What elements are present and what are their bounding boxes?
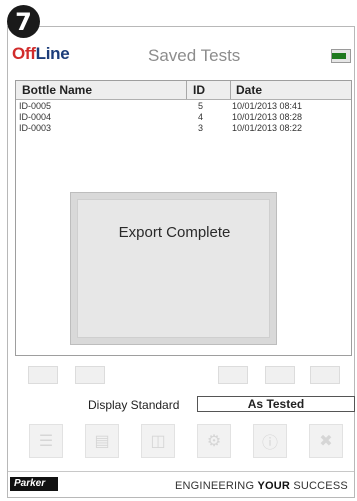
table-row[interactable]: ID-0004 4 10/01/2013 08:28 bbox=[16, 112, 351, 123]
cell-id: 5 bbox=[198, 101, 204, 111]
info-icon: ⓘ bbox=[261, 435, 278, 452]
battery-icon bbox=[331, 49, 351, 63]
disabled-action-button-6[interactable]: ✖ bbox=[309, 424, 343, 458]
tagline-suffix: SUCCESS bbox=[290, 480, 348, 492]
step-number-badge: 7 bbox=[7, 5, 40, 38]
footer-divider bbox=[8, 471, 354, 472]
display-standard-select[interactable]: As Tested bbox=[197, 396, 355, 412]
disabled-toolbar-button-1[interactable] bbox=[28, 366, 58, 384]
export-icon: ◫ bbox=[150, 433, 166, 450]
parker-logo: Parker bbox=[10, 477, 58, 491]
cell-bottle-name: ID-0003 bbox=[19, 123, 52, 133]
disabled-action-button-2[interactable]: ▤ bbox=[85, 424, 119, 458]
table-header: Bottle Name ID Date bbox=[16, 81, 351, 100]
logo-off: Off bbox=[12, 44, 36, 63]
column-header-date[interactable]: Date bbox=[236, 81, 262, 99]
footer-tagline: ENGINEERING YOUR SUCCESS bbox=[175, 480, 348, 492]
disabled-action-button-5[interactable]: ⓘ bbox=[253, 424, 287, 458]
cell-bottle-name: ID-0005 bbox=[19, 101, 52, 111]
offline-logo: OffLine bbox=[12, 44, 70, 64]
table-row[interactable]: ID-0003 3 10/01/2013 08:22 bbox=[16, 123, 351, 134]
tagline-prefix: ENGINEERING bbox=[175, 480, 258, 492]
disabled-toolbar-button-3[interactable] bbox=[218, 366, 248, 384]
disabled-action-button-1[interactable]: ☰ bbox=[29, 424, 63, 458]
column-header-id[interactable]: ID bbox=[193, 81, 205, 99]
disabled-toolbar-button-2[interactable] bbox=[75, 366, 105, 384]
battery-fill bbox=[335, 53, 346, 59]
cell-id: 3 bbox=[198, 123, 204, 133]
cell-date: 10/01/2013 08:22 bbox=[232, 123, 303, 133]
list-icon: ▤ bbox=[94, 433, 110, 450]
cell-id: 4 bbox=[198, 112, 204, 122]
disabled-action-button-4[interactable]: ⚙ bbox=[197, 424, 231, 458]
disabled-action-button-3[interactable]: ◫ bbox=[141, 424, 175, 458]
menu-icon: ☰ bbox=[38, 433, 54, 450]
export-complete-dialog[interactable]: Export Complete bbox=[70, 192, 277, 345]
disabled-toolbar-button-4[interactable] bbox=[265, 366, 295, 384]
delete-icon: ✖ bbox=[319, 433, 333, 450]
logo-line: Line bbox=[35, 44, 70, 63]
cell-date: 10/01/2013 08:28 bbox=[232, 112, 303, 122]
tagline-bold: YOUR bbox=[257, 480, 291, 492]
dialog-body: Export Complete bbox=[77, 199, 270, 338]
app-header: OffLine Saved Tests bbox=[8, 27, 354, 67]
cell-bottle-name: ID-0004 bbox=[19, 112, 52, 122]
dialog-message: Export Complete bbox=[118, 224, 231, 241]
column-separator bbox=[186, 81, 187, 99]
settings-icon: ⚙ bbox=[206, 433, 222, 450]
display-standard-label: Display Standard bbox=[88, 398, 180, 412]
cell-date: 10/01/2013 08:41 bbox=[232, 101, 303, 111]
table-row[interactable]: ID-0005 5 10/01/2013 08:41 bbox=[16, 101, 351, 112]
column-separator bbox=[230, 81, 231, 99]
disabled-toolbar-button-5[interactable] bbox=[310, 366, 340, 384]
column-header-bottle-name[interactable]: Bottle Name bbox=[22, 81, 92, 99]
page-title: Saved Tests bbox=[148, 46, 241, 65]
